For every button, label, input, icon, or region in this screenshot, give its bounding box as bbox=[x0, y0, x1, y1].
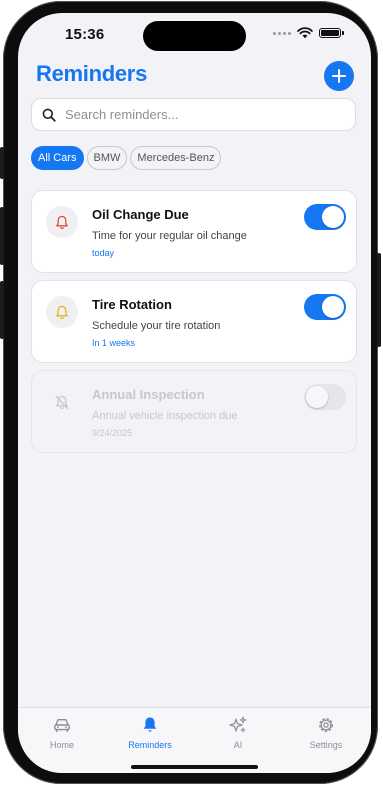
add-reminder-button[interactable] bbox=[324, 61, 354, 91]
dynamic-island bbox=[143, 21, 246, 51]
reminder-icon-badge bbox=[46, 296, 78, 328]
car-filter-chips: All Cars BMW Mercedes-Benz bbox=[31, 146, 222, 170]
tab-label: AI bbox=[233, 740, 243, 750]
search-bar[interactable] bbox=[31, 98, 356, 131]
toggle-knob bbox=[322, 296, 344, 318]
reminder-due: 9/24/2025 bbox=[92, 428, 133, 438]
toggle-knob bbox=[306, 386, 328, 408]
reminder-toggle[interactable] bbox=[304, 294, 346, 320]
reminder-description: Annual vehicle inspection due bbox=[92, 410, 238, 422]
screen: 15:36 Reminders Search reminders... All … bbox=[18, 13, 371, 773]
tab-home[interactable]: Home bbox=[22, 714, 102, 750]
filter-chip-mercedes-benz[interactable]: Mercedes-Benz bbox=[130, 146, 222, 170]
home-indicator bbox=[131, 765, 258, 769]
reminder-card-tire-rotation[interactable]: Tire Rotation Schedule your tire rotatio… bbox=[31, 280, 357, 363]
gear-icon bbox=[319, 718, 333, 732]
reminder-toggle[interactable] bbox=[304, 204, 346, 230]
bell-icon bbox=[56, 215, 68, 229]
tab-bar: Home Reminders AI Settings bbox=[18, 707, 371, 773]
tab-label: Home bbox=[49, 740, 74, 750]
reminder-due: In 1 weeks bbox=[92, 338, 136, 348]
power-button bbox=[377, 253, 381, 347]
bell-icon bbox=[56, 305, 68, 319]
battery-icon bbox=[319, 28, 344, 38]
volume-down-button bbox=[0, 281, 4, 339]
volume-up-button bbox=[0, 207, 4, 265]
bell-icon bbox=[143, 717, 157, 732]
tab-settings[interactable]: Settings bbox=[286, 714, 366, 750]
reminder-description: Schedule your tire rotation bbox=[92, 320, 221, 332]
wifi-icon bbox=[297, 27, 313, 39]
status-bar: 15:36 bbox=[18, 13, 371, 59]
reminder-title: Annual Inspection bbox=[92, 387, 205, 402]
tab-label: Reminders bbox=[128, 740, 172, 750]
reminder-card-oil-change[interactable]: Oil Change Due Time for your regular oil… bbox=[31, 190, 357, 273]
reminder-title: Tire Rotation bbox=[92, 297, 172, 312]
page-title: Reminders bbox=[36, 61, 148, 86]
plus-icon bbox=[332, 69, 346, 83]
status-time: 15:36 bbox=[65, 26, 105, 43]
phone-frame: 15:36 Reminders Search reminders... All … bbox=[0, 1, 381, 784]
search-input[interactable] bbox=[63, 106, 337, 123]
car-icon bbox=[54, 719, 70, 732]
action-button bbox=[0, 147, 4, 179]
filter-chip-all-cars[interactable]: All Cars bbox=[31, 146, 84, 170]
bell-off-icon bbox=[55, 395, 69, 409]
reminder-description: Time for your regular oil change bbox=[92, 230, 247, 242]
toggle-knob bbox=[322, 206, 344, 228]
reminder-icon-badge bbox=[46, 206, 78, 238]
tab-ai[interactable]: AI bbox=[198, 714, 278, 750]
filter-chip-bmw[interactable]: BMW bbox=[86, 146, 128, 170]
sparkles-icon bbox=[229, 716, 247, 733]
status-icons bbox=[273, 27, 344, 39]
search-icon bbox=[42, 108, 56, 122]
tab-label: Settings bbox=[309, 740, 343, 750]
reminder-card-annual-inspection[interactable]: Annual Inspection Annual vehicle inspect… bbox=[31, 370, 357, 453]
cellular-signal-icon bbox=[273, 31, 291, 35]
reminder-icon-badge bbox=[46, 386, 78, 418]
reminder-toggle[interactable] bbox=[304, 384, 346, 410]
reminder-due: today bbox=[92, 248, 115, 258]
tab-reminders[interactable]: Reminders bbox=[110, 714, 190, 750]
reminder-title: Oil Change Due bbox=[92, 207, 189, 222]
